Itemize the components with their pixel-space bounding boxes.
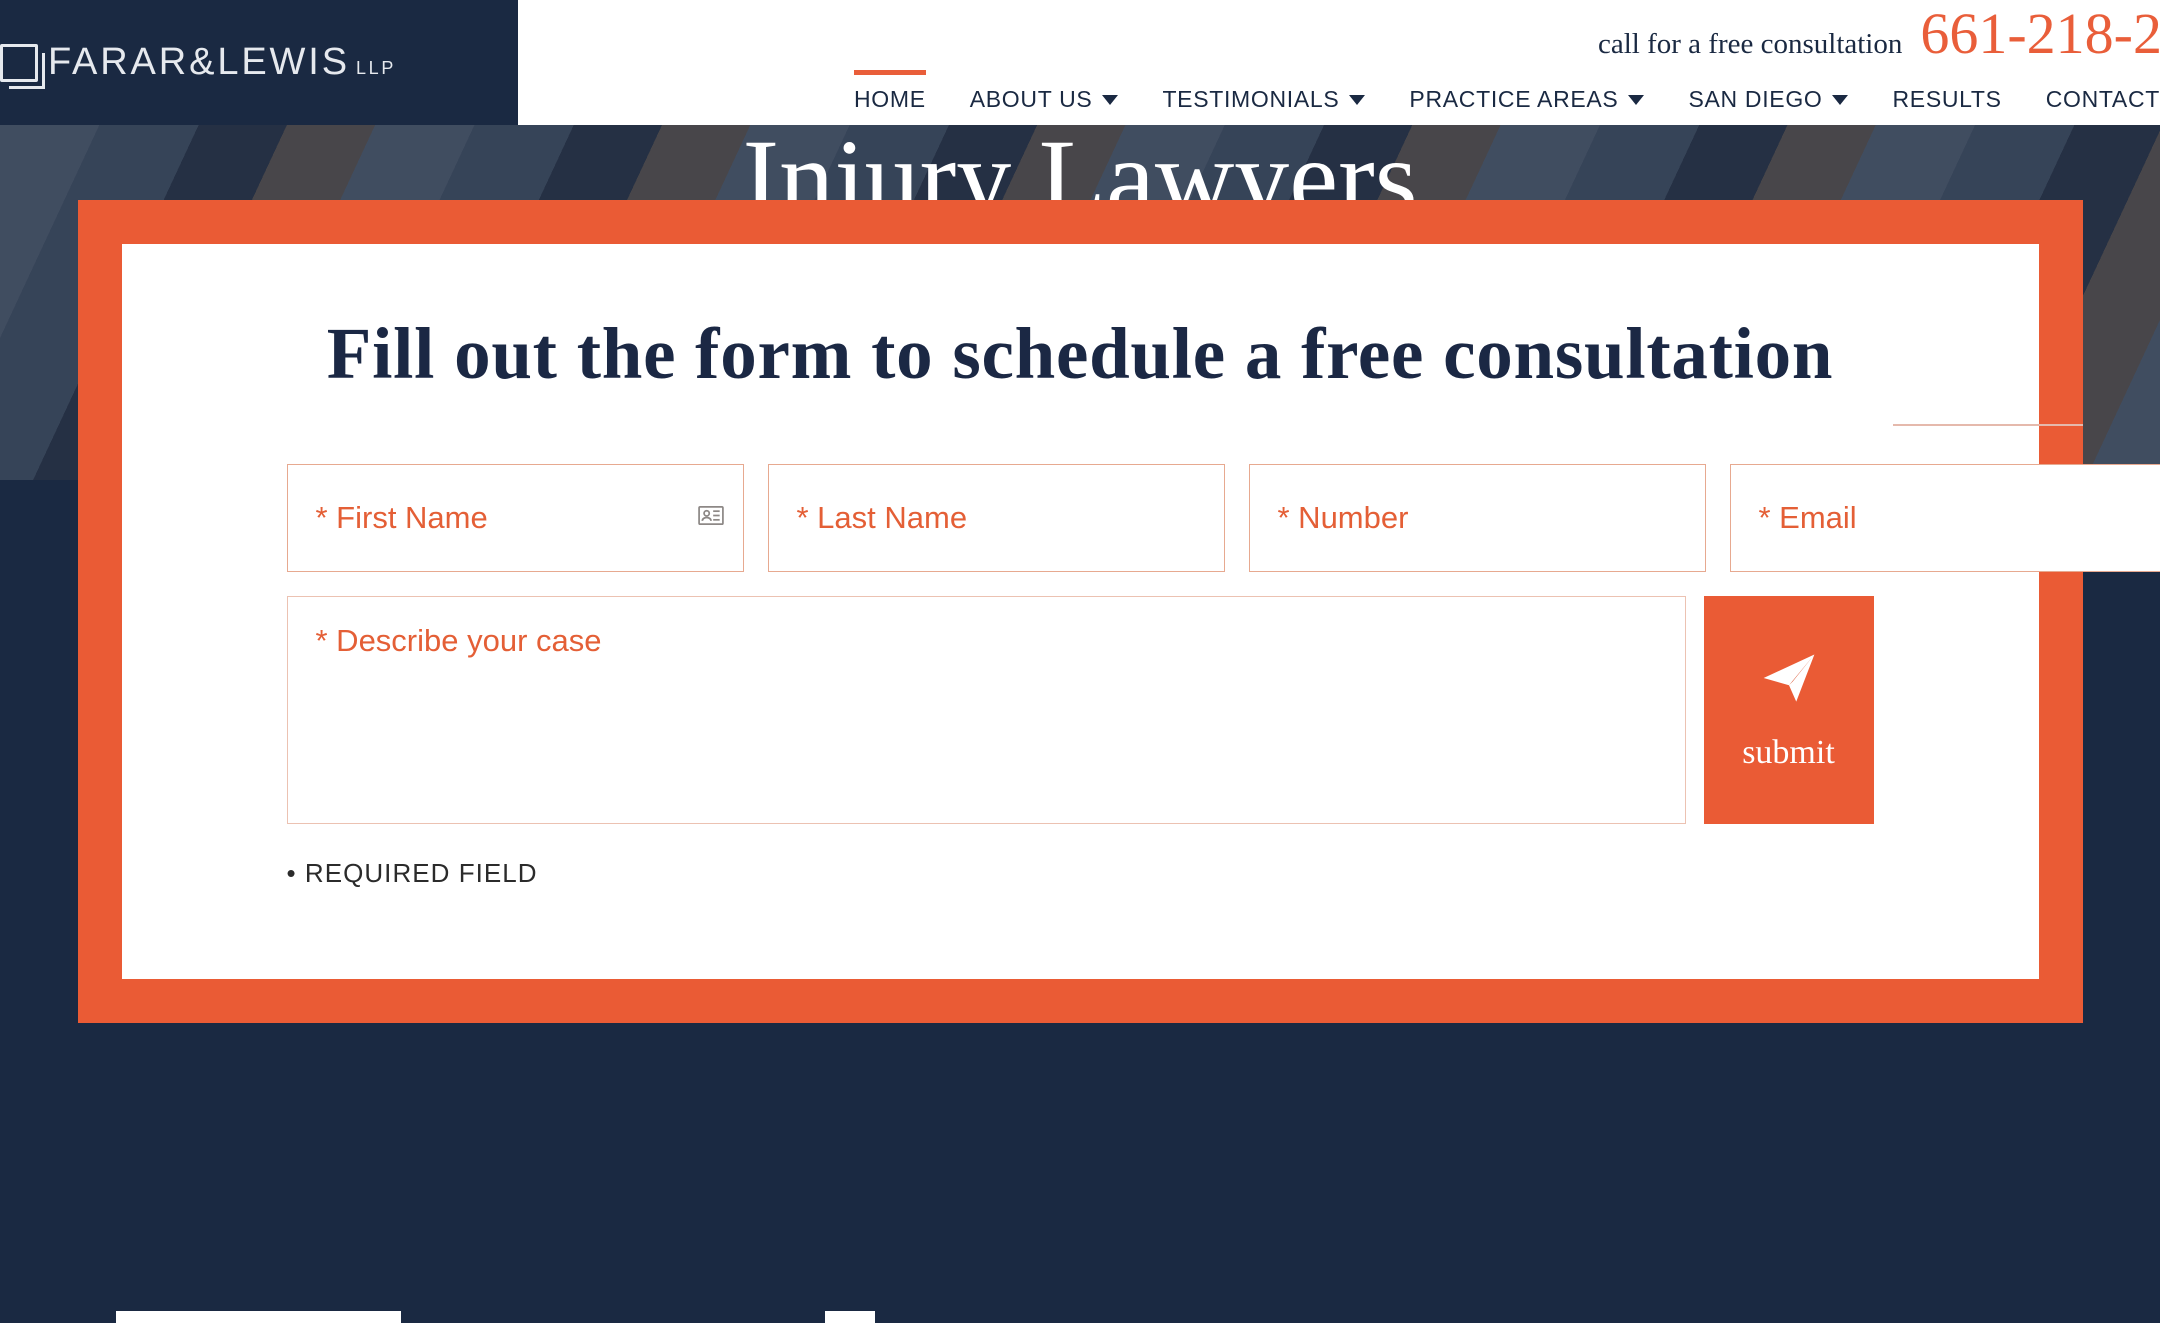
logo[interactable]: FARAR&LEWIS LLP bbox=[0, 0, 518, 125]
phone-line: call for a free consultation 661-218-208 bbox=[1598, 0, 2160, 66]
first-name-wrap bbox=[287, 464, 744, 572]
nav-label: PRACTICE AREAS bbox=[1409, 86, 1618, 113]
phone-number[interactable]: 661-218-208 bbox=[1920, 0, 2160, 66]
submit-label: submit bbox=[1742, 734, 1835, 772]
form-card-inner: Fill out the form to schedule a free con… bbox=[122, 244, 2039, 979]
chevron-down-icon bbox=[1349, 95, 1365, 105]
paper-plane-icon bbox=[1760, 649, 1818, 716]
form-row-2: submit bbox=[287, 596, 1874, 824]
consultation-label: call for a free consultation bbox=[1598, 28, 1902, 61]
nav-label: SAN DIEGO bbox=[1688, 86, 1822, 113]
nav-label: ABOUT US bbox=[970, 86, 1093, 113]
submit-button[interactable]: submit bbox=[1704, 596, 1874, 824]
nav-home[interactable]: HOME bbox=[854, 76, 926, 113]
logo-suffix: LLP bbox=[356, 58, 396, 79]
first-name-field[interactable] bbox=[287, 464, 744, 572]
describe-case-field[interactable] bbox=[287, 596, 1686, 824]
card-preview-a bbox=[116, 1311, 401, 1323]
nav-san-diego[interactable]: SAN DIEGO bbox=[1688, 76, 1848, 113]
nav-results[interactable]: RESULTS bbox=[1892, 76, 2001, 113]
logo-mark-icon bbox=[0, 44, 38, 82]
logo-text: FARAR&LEWIS LLP bbox=[48, 41, 396, 84]
number-field[interactable] bbox=[1249, 464, 1706, 572]
lower-band bbox=[0, 1023, 2160, 1323]
decorative-rule bbox=[1893, 424, 2083, 426]
nav-label: HOME bbox=[854, 86, 926, 113]
contact-card-icon bbox=[698, 506, 724, 531]
form-title: Fill out the form to schedule a free con… bbox=[287, 314, 1874, 394]
chevron-down-icon bbox=[1102, 95, 1118, 105]
nav-label: TESTIMONIALS bbox=[1162, 86, 1339, 113]
main-nav: HOME ABOUT US TESTIMONIALS PRACTICE AREA… bbox=[854, 66, 2160, 125]
header-right: call for a free consultation 661-218-208… bbox=[518, 0, 2160, 125]
required-field-note: • REQUIRED FIELD bbox=[287, 858, 1874, 889]
nav-label: RESULTS bbox=[1892, 86, 2001, 113]
site-header: FARAR&LEWIS LLP call for a free consulta… bbox=[0, 0, 2160, 125]
logo-main: FARAR&LEWIS bbox=[48, 41, 350, 84]
card-preview-b bbox=[825, 1311, 875, 1323]
form-card: Fill out the form to schedule a free con… bbox=[78, 200, 2083, 1023]
nav-practice-areas[interactable]: PRACTICE AREAS bbox=[1409, 76, 1644, 113]
chevron-down-icon bbox=[1628, 95, 1644, 105]
form-row-1 bbox=[287, 464, 1874, 572]
last-name-field[interactable] bbox=[768, 464, 1225, 572]
nav-contact[interactable]: CONTACT bbox=[2046, 76, 2160, 113]
nav-label: CONTACT bbox=[2046, 86, 2160, 113]
nav-about-us[interactable]: ABOUT US bbox=[970, 76, 1119, 113]
nav-testimonials[interactable]: TESTIMONIALS bbox=[1162, 76, 1365, 113]
chevron-down-icon bbox=[1832, 95, 1848, 105]
email-field[interactable] bbox=[1730, 464, 2160, 572]
